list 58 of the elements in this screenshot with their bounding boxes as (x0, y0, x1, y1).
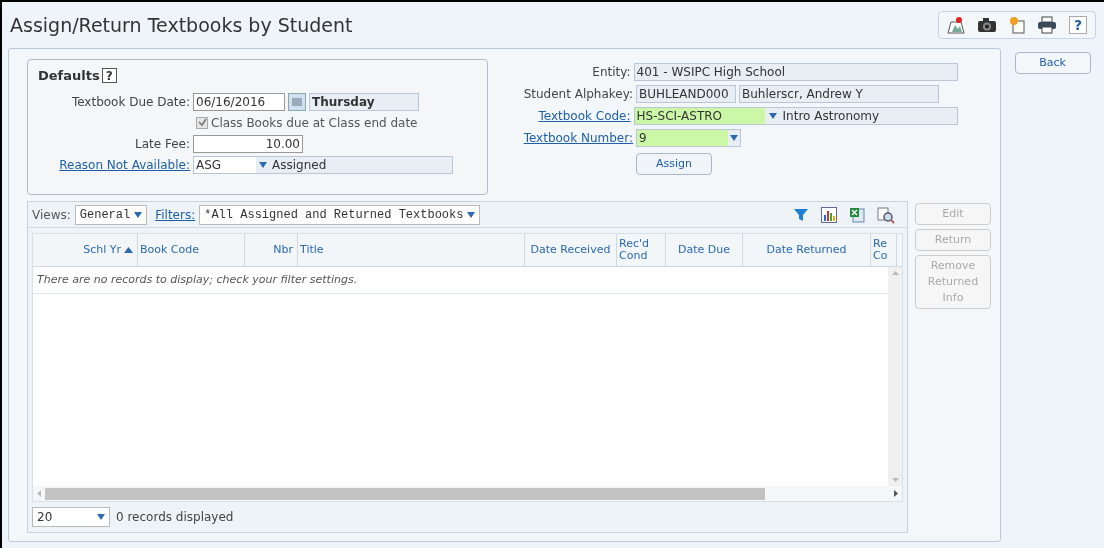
late-fee-field[interactable]: 10.00 (193, 134, 303, 153)
field-label: Late Fee: (134, 135, 190, 153)
camera-icon[interactable] (977, 17, 997, 33)
column-header[interactable]: Re Co (871, 234, 897, 266)
textbook-number-dropdown[interactable]: 9 (636, 129, 741, 147)
date-field[interactable]: 06/16/2016 (193, 92, 285, 111)
dropdown-arrow-icon[interactable] (134, 211, 143, 218)
section-heading: Defaults (38, 67, 100, 85)
filters-link[interactable]: Filters: (155, 205, 196, 224)
record-count: 0 records displayed (116, 509, 234, 526)
assign-button[interactable]: Assign (636, 153, 712, 175)
field-link[interactable]: Textbook Number: (488, 129, 633, 147)
field-label: Textbook Due Date: (70, 93, 190, 111)
column-header[interactable]: Date Returned (743, 234, 871, 266)
empty-message: There are no records to display; check your filter settings. (37, 271, 358, 288)
bar-chart-icon[interactable] (821, 206, 837, 223)
page-title: Assign/Return Textbooks by Student (10, 12, 353, 38)
dropdown-arrow-icon[interactable] (730, 135, 738, 141)
field-label: Entity: (591, 64, 631, 81)
scrollbar-thumb[interactable] (45, 487, 765, 500)
dropdown-arrow-icon[interactable] (467, 211, 476, 218)
column-header[interactable]: Date Received (525, 234, 617, 266)
filter-icon[interactable] (793, 206, 809, 223)
entity-field: 401 - WSIPC High School (633, 63, 958, 81)
column-header[interactable]: Date Due (666, 234, 743, 266)
page-size-dropdown[interactable]: 20 (32, 507, 110, 527)
alphakey-field: BUHLEAND000 (636, 85, 736, 103)
field-link[interactable]: Textbook Code: (488, 107, 631, 125)
printer-icon[interactable] (1037, 16, 1057, 34)
spreadsheet-icon[interactable] (849, 206, 865, 223)
scroll-right-icon[interactable] (894, 490, 898, 497)
student-name-field: Buhlerscr, Andrew Y (739, 85, 939, 103)
help-icon[interactable]: ? (1069, 16, 1087, 34)
dropdown-arrow-icon[interactable] (259, 161, 267, 168)
column-header[interactable]: Rec'd Cond (617, 234, 666, 266)
dropdown-arrow-icon[interactable] (97, 514, 105, 520)
views-dropdown[interactable]: General (74, 204, 148, 225)
textbook-code-dropdown[interactable]: HS-SCI-ASTRO Intro Astronomy (633, 107, 958, 125)
back-button[interactable]: Back (1014, 52, 1091, 74)
checkbox-label: Class Books due at Class end date (211, 114, 418, 132)
map-pin-icon[interactable] (947, 16, 965, 34)
column-header[interactable]: Title (298, 234, 525, 266)
check-icon (197, 118, 207, 127)
document-icon[interactable] (1009, 16, 1025, 34)
column-header[interactable]: Book Code (138, 234, 245, 266)
dropdown-arrow-icon[interactable] (768, 113, 777, 119)
column-header[interactable]: Nbr (245, 234, 298, 266)
views-label: Views: (32, 206, 71, 224)
help-icon[interactable]: ? (101, 68, 117, 84)
reason-dropdown[interactable]: ASG Assigned (193, 155, 453, 174)
horizontal-scrollbar[interactable] (33, 486, 902, 501)
sort-ascending-icon (124, 247, 133, 253)
filters-dropdown[interactable]: *All Assigned and Returned Textbooks (199, 204, 481, 225)
print-preview-icon[interactable] (877, 205, 895, 224)
column-header[interactable]: Schl Yr (33, 234, 138, 266)
field-link[interactable]: Reason Not Available: (38, 155, 190, 174)
field-label: Student Alphakey: (522, 86, 633, 103)
day-field: Thursday (309, 92, 419, 111)
